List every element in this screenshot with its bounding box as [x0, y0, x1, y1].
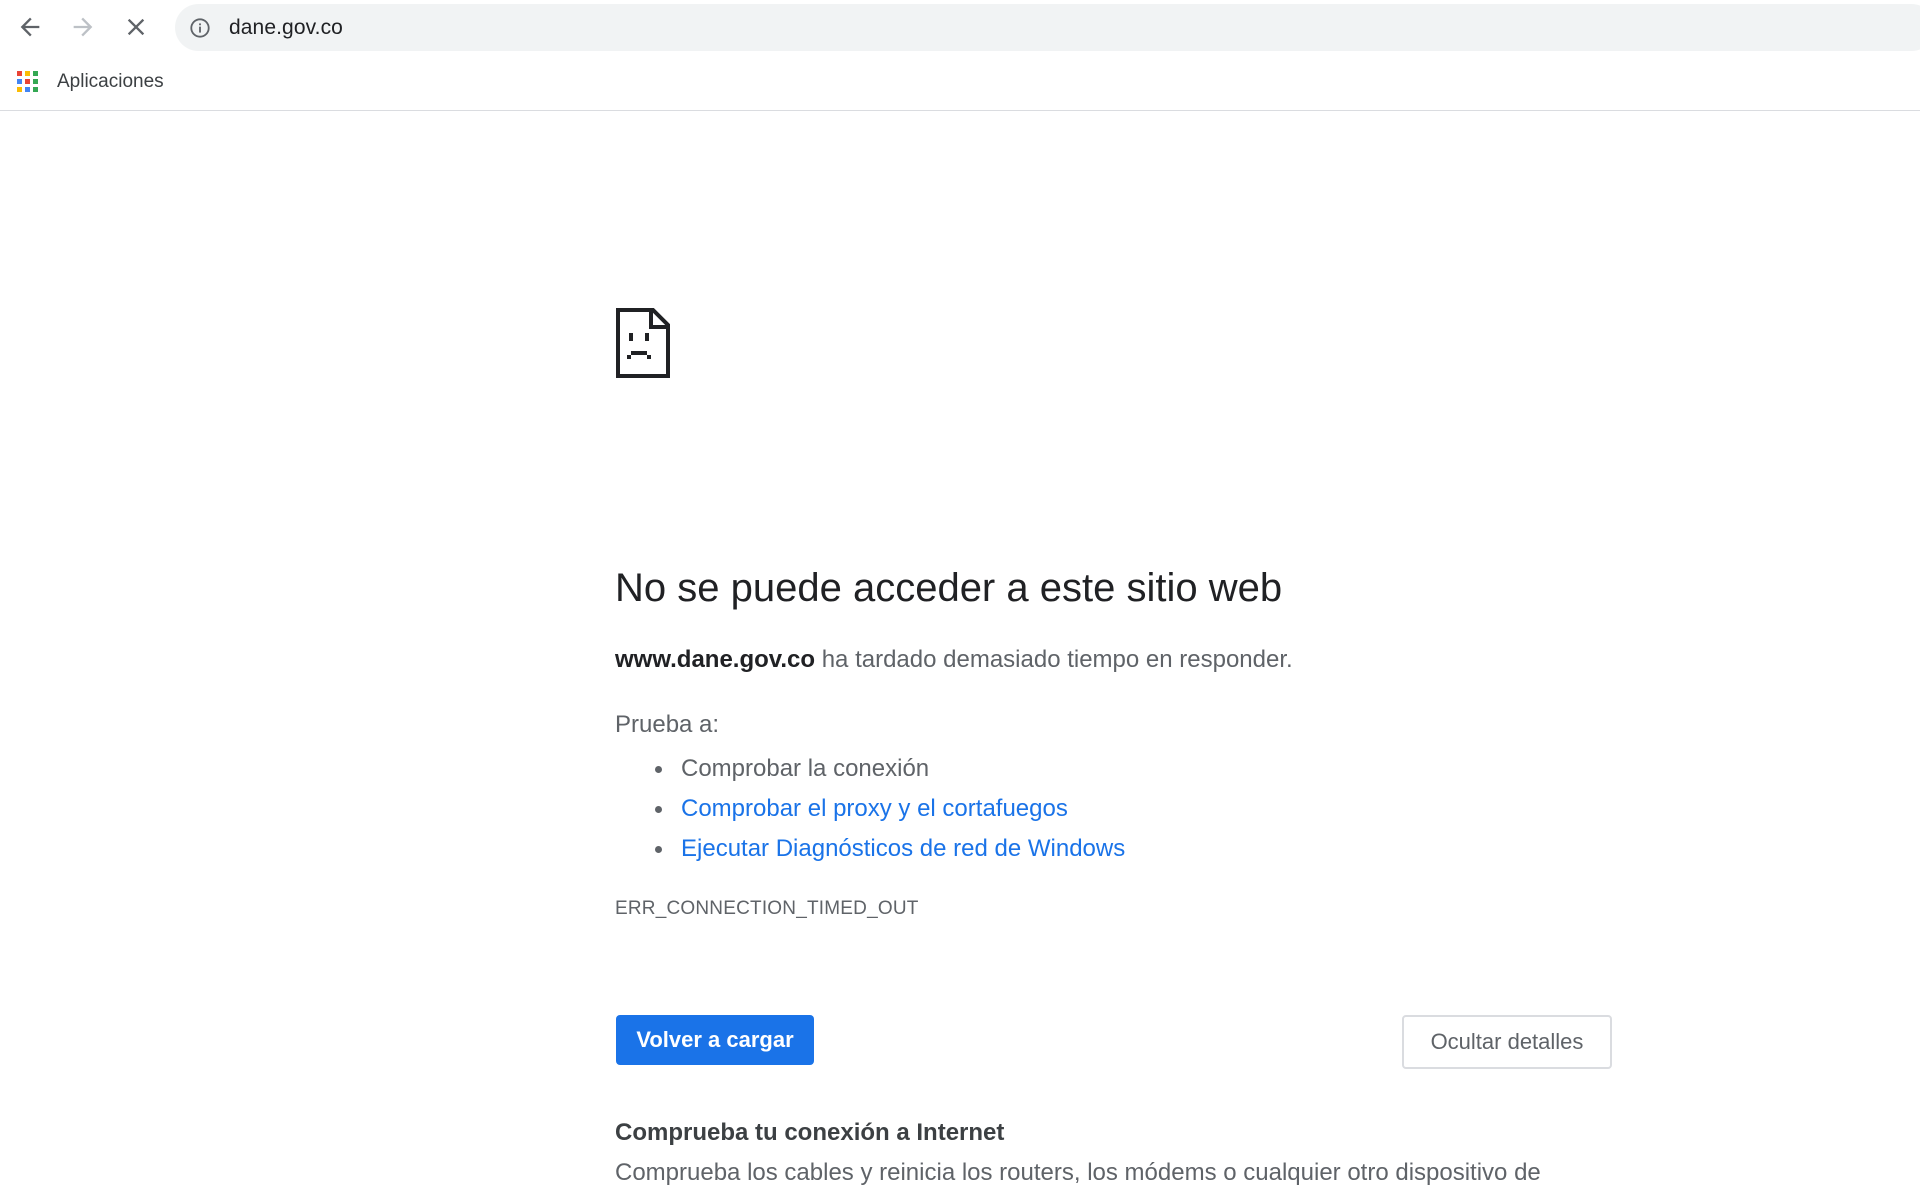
apps-label: Aplicaciones [57, 71, 164, 92]
close-icon [127, 18, 145, 36]
apps-shortcut[interactable]: Aplicaciones [17, 68, 164, 96]
error-code: ERR_CONNECTION_TIMED_OUT [615, 898, 919, 919]
apps-grid-dot [17, 79, 22, 84]
suggestion-run-diagnostics[interactable]: Ejecutar Diagnósticos de red de Windows [654, 829, 1125, 869]
apps-grid-dot [25, 79, 30, 84]
back-button[interactable] [10, 7, 50, 47]
address-bar[interactable]: dane.gov.co [175, 4, 1920, 51]
arrow-right-icon [73, 17, 93, 37]
arrow-left-icon [20, 17, 40, 37]
error-host: www.dane.gov.co [615, 646, 816, 673]
suggestion-check-proxy[interactable]: Comprobar el proxy y el cortafuegos [654, 789, 1125, 829]
reload-button[interactable]: Volver a cargar [616, 1015, 814, 1065]
suggestions-list: Comprobar la conexión Comprobar el proxy… [615, 749, 1125, 869]
apps-grid-dot [33, 87, 38, 92]
suggestion-text: Comprobar la conexión [681, 755, 930, 782]
error-summary: www.dane.gov.co ha tardado demasiado tie… [615, 646, 1293, 674]
stop-loading-button[interactable] [116, 7, 156, 47]
browser-toolbar: dane.gov.co [0, 0, 1920, 54]
bookmarks-bar: Aplicaciones [0, 54, 1920, 111]
info-icon[interactable] [189, 17, 211, 39]
hide-details-button[interactable]: Ocultar detalles [1402, 1015, 1612, 1069]
apps-grid-dot [25, 71, 30, 76]
apps-grid-icon [17, 71, 39, 93]
apps-grid-dot [25, 87, 30, 92]
suggestions-label: Prueba a: [615, 711, 720, 738]
suggestion-check-connection: Comprobar la conexión [654, 749, 1125, 789]
url-text[interactable]: dane.gov.co [229, 4, 343, 51]
apps-grid-dot [17, 87, 22, 92]
error-summary-text: ha tardado demasiado tiempo en responder… [815, 646, 1293, 673]
sad-page-icon [616, 308, 670, 378]
error-headline: No se puede acceder a este sitio web [615, 566, 1283, 610]
suggestion-link-diagnostics[interactable]: Ejecutar Diagnósticos de red de Windows [681, 835, 1125, 862]
apps-grid-dot [33, 79, 38, 84]
details-body: Comprueba los cables y reinicia los rout… [615, 1159, 1541, 1186]
apps-grid-dot [33, 71, 38, 76]
forward-button[interactable] [63, 7, 103, 47]
suggestion-link-proxy[interactable]: Comprobar el proxy y el cortafuegos [681, 795, 1068, 822]
details-heading: Comprueba tu conexión a Internet [615, 1119, 1005, 1146]
apps-grid-dot [17, 71, 22, 76]
